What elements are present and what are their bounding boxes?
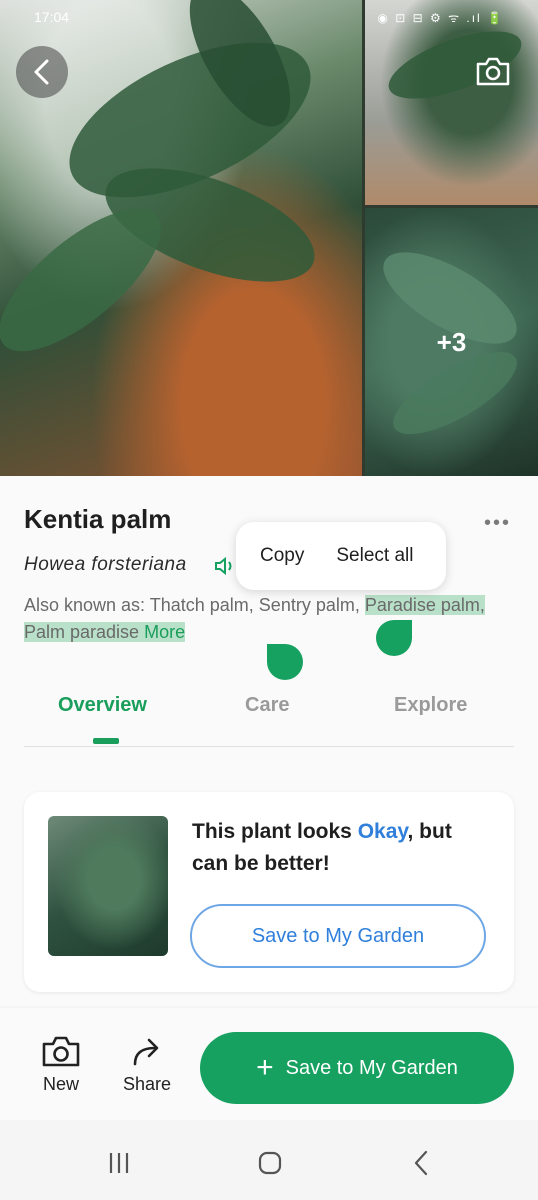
copy-button[interactable]: Copy — [260, 545, 304, 567]
share-label: Share — [122, 1074, 172, 1094]
card-save-to-garden-button[interactable]: Save to My Garden — [190, 904, 486, 968]
selection-start-handle[interactable] — [267, 644, 303, 680]
select-all-button[interactable]: Select all — [336, 545, 413, 567]
camera-icon — [476, 57, 510, 86]
save-to-garden-label: Save to My Garden — [285, 1056, 458, 1079]
aka-names: Thatch palm, Sentry palm, — [149, 595, 365, 615]
text-selection-menu: Copy Select all — [236, 522, 446, 590]
plus-icon: + — [256, 1051, 274, 1084]
status-time: 17:04 — [34, 9, 70, 25]
chevron-left-icon — [414, 1150, 428, 1176]
health-card: This plant looks Okay, but can be better… — [24, 792, 514, 992]
more-photos-count: +3 — [436, 326, 467, 357]
also-known-as: Also known as: Thatch palm, Sentry palm,… — [24, 592, 514, 646]
status-bar: 17:04 ◉ ⊡ ⊟ ⚙ ᯤ .ıl 🔋 — [0, 6, 538, 28]
status-icons: ◉ ⊡ ⊟ ⚙ ᯤ .ıl 🔋 — [377, 11, 504, 25]
home-button[interactable] — [255, 1150, 285, 1176]
camera-button[interactable] — [470, 48, 516, 94]
bottom-action-bar: New Share + Save to My Garden — [0, 1008, 538, 1120]
new-label: New — [42, 1074, 79, 1094]
recent-apps-button[interactable] — [104, 1150, 134, 1176]
health-message: This plant looks Okay, but can be better… — [192, 816, 492, 880]
speaker-icon[interactable] — [214, 556, 236, 576]
aka-label: Also known as: — [24, 595, 150, 615]
more-link[interactable]: More — [144, 622, 186, 642]
health-card-photo — [48, 816, 168, 956]
back-nav-button[interactable] — [406, 1150, 436, 1176]
back-button[interactable] — [16, 46, 68, 98]
health-message-prefix: This plant looks — [192, 820, 358, 843]
plant-thumbnail[interactable] — [365, 0, 538, 205]
share-icon — [133, 1038, 159, 1066]
tab-care[interactable]: Care — [245, 694, 289, 717]
chevron-left-icon — [34, 59, 49, 85]
scientific-name: Howea forsteriana — [24, 554, 187, 575]
tab-bar: Overview Care Explore — [24, 686, 514, 747]
tab-overview[interactable]: Overview — [58, 694, 147, 717]
new-button[interactable]: New — [31, 1034, 91, 1095]
recent-apps-icon — [109, 1153, 129, 1173]
save-to-garden-button[interactable]: + Save to My Garden — [200, 1032, 514, 1104]
health-status: Okay — [357, 820, 408, 843]
active-tab-indicator — [93, 738, 119, 744]
home-icon — [258, 1151, 282, 1175]
tab-explore[interactable]: Explore — [394, 694, 467, 717]
camera-icon — [42, 1036, 80, 1067]
plant-name: Kentia palm — [24, 504, 172, 534]
share-button[interactable]: Share — [117, 1034, 177, 1095]
more-options-icon[interactable]: ••• — [484, 512, 511, 535]
plant-details: Kentia palm ••• Howea forsteriana Also k… — [0, 476, 538, 1006]
system-navigation-bar — [0, 1120, 538, 1200]
photo-gallery: +3 17:04 ◉ ⊡ ⊟ ⚙ ᯤ .ıl 🔋 — [0, 0, 538, 476]
selection-end-handle[interactable] — [376, 620, 412, 656]
